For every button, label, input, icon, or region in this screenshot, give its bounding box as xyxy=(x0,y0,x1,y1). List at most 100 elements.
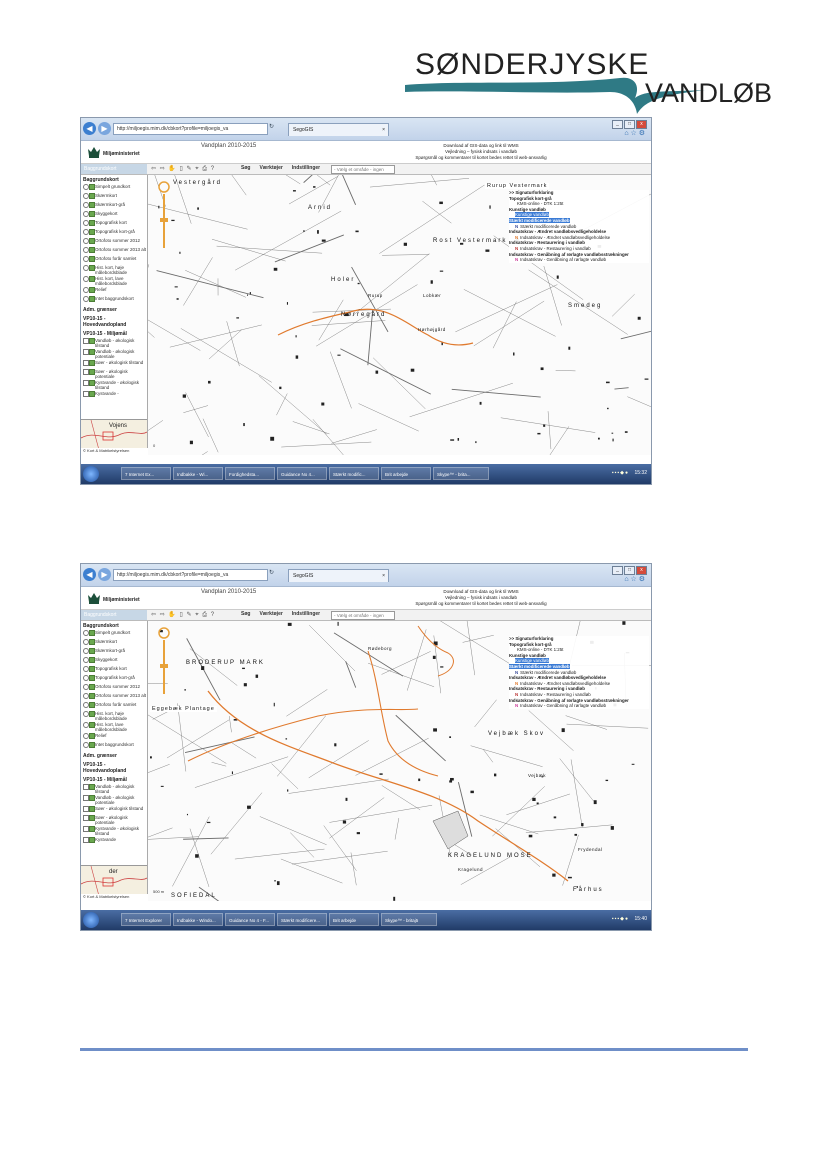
refresh-icon[interactable]: ↻ xyxy=(269,569,274,576)
address-bar[interactable]: http://miljoegis.mim.dk/cbkort?profile=m… xyxy=(113,569,268,581)
layer-checkbox[interactable]: Søer - økologisk tilstand xyxy=(81,806,147,814)
layer-option[interactable]: Topografisk kort-grå xyxy=(81,229,147,237)
taskbar-item[interactable]: Indbakke - Wi... xyxy=(173,467,223,480)
minimize-icon[interactable]: _ xyxy=(612,120,623,129)
layer-option[interactable]: Simpelt grundkort xyxy=(81,630,147,638)
layer-option[interactable]: Ortofoto sommer 2012 xyxy=(81,238,147,246)
menu-item[interactable]: Indstillinger xyxy=(292,611,320,617)
layer-option[interactable]: Relief xyxy=(81,287,147,295)
forward-icon[interactable]: ▶ xyxy=(98,568,111,581)
menu-item[interactable]: Indstillinger xyxy=(292,165,320,171)
layer-checkbox[interactable]: Søer - økologisk potentiale xyxy=(81,815,147,825)
overview-map[interactable]: der xyxy=(81,865,147,894)
tab-close-icon[interactable]: × xyxy=(382,570,385,582)
start-button[interactable] xyxy=(83,466,99,482)
menu-item[interactable]: Værktøjer xyxy=(259,165,282,171)
menu-item[interactable]: Søg xyxy=(241,165,250,171)
layer-option[interactable]: Topografisk kort xyxy=(81,220,147,228)
taskbar-item[interactable]: Brit arbejde xyxy=(381,467,431,480)
map-tools[interactable]: ⇦ ⇨ ✋ ▯ ✎ ⌖ ⎙ ? xyxy=(151,611,215,619)
layer-option[interactable]: Intet baggrundskort xyxy=(81,742,147,750)
taskbar-item[interactable]: 7 Internet Explorer xyxy=(121,913,171,926)
layer-option[interactable]: Ortofoto sommer 2013 alt xyxy=(81,693,147,701)
layer-checkbox[interactable]: Søer - økologisk tilstand xyxy=(81,360,147,368)
layer-checkbox[interactable]: Vandløb - økologisk potentiale xyxy=(81,795,147,805)
sidebar-section-title[interactable]: VP10-15 - Hovedvandopland xyxy=(81,760,147,775)
tab-baggrundskort[interactable]: Baggrundskort xyxy=(81,164,147,174)
tab-close-icon[interactable]: × xyxy=(382,124,385,136)
layer-option[interactable]: Intet baggrundskort xyxy=(81,296,147,304)
minimize-icon[interactable]: _ xyxy=(612,566,623,575)
browser-tab[interactable]: SegoGIS × xyxy=(288,569,389,582)
layer-option[interactable]: Relief xyxy=(81,733,147,741)
layer-option[interactable]: Ortofoto sommer 2012 xyxy=(81,684,147,692)
layer-option[interactable]: Skærmkort xyxy=(81,193,147,201)
start-button[interactable] xyxy=(83,912,99,928)
layer-option[interactable]: Ortofoto forår samlet xyxy=(81,256,147,264)
taskbar-item[interactable]: 7 Internet Ex... xyxy=(121,467,171,480)
forward-icon[interactable]: ▶ xyxy=(98,122,111,135)
taskbar-item[interactable]: Indbakke - Windo... xyxy=(173,913,223,926)
taskbar-item[interactable]: Fordighedsta... xyxy=(225,467,275,480)
system-tray-icons[interactable]: ▪▪▪◆● xyxy=(612,470,629,476)
maximize-icon[interactable]: □ xyxy=(624,120,635,129)
map-small-label: Rødeborg xyxy=(368,646,393,651)
sidebar-section-title[interactable]: VP10-15 - Miljømål xyxy=(81,775,147,784)
sidebar-section-title[interactable]: Adm. grænser xyxy=(81,751,147,760)
taskbar-item[interactable]: Brit arbejde xyxy=(329,913,379,926)
browser-tab[interactable]: SegoGIS × xyxy=(288,123,389,136)
layer-option[interactable]: Hist. kort, lave målebordsblade xyxy=(81,722,147,732)
area-select[interactable]: - Vælg et område - ingen xyxy=(331,165,395,174)
layer-option[interactable]: Hist. kort, lave målebordsblade xyxy=(81,276,147,286)
taskbar-item[interactable]: Guidance No 4 - F... xyxy=(225,913,275,926)
close-icon[interactable]: x xyxy=(636,120,647,129)
maximize-icon[interactable]: □ xyxy=(624,566,635,575)
layer-checkbox[interactable]: Vandløb - økologisk tilstand xyxy=(81,784,147,794)
taskbar-item[interactable]: Guidance No 4... xyxy=(277,467,327,480)
menu-item[interactable]: Søg xyxy=(241,611,250,617)
layer-checkbox[interactable]: Vandløb - økologisk potentiale xyxy=(81,349,147,359)
layer-option[interactable]: Topografisk kort xyxy=(81,666,147,674)
close-icon[interactable]: x xyxy=(636,566,647,575)
area-select[interactable]: - Vælg et område - ingen xyxy=(331,611,395,620)
layer-option[interactable]: Ortofoto forår samlet xyxy=(81,702,147,710)
zoom-slider[interactable] xyxy=(157,626,171,696)
overview-map[interactable]: Vojens xyxy=(81,419,147,448)
tab-baggrundskort[interactable]: Baggrundskort xyxy=(81,610,147,620)
sidebar-section-title[interactable]: VP10-15 - Hovedvandopland xyxy=(81,314,147,329)
sidebar-section-title[interactable]: VP10-15 - Miljømål xyxy=(81,329,147,338)
sidebar-section-title[interactable]: Adm. grænser xyxy=(81,305,147,314)
address-bar[interactable]: http://miljoegis.mim.dk/cbkort?profile=m… xyxy=(113,123,268,135)
map-tools[interactable]: ⇦ ⇨ ✋ ▯ ✎ ⌖ ⎙ ? xyxy=(151,165,215,173)
home-icon[interactable]: ⌂ ☆ ⚙ xyxy=(624,575,645,583)
layer-option[interactable]: Skærmkort xyxy=(81,639,147,647)
zoom-slider[interactable] xyxy=(157,180,171,250)
layer-option[interactable]: Skærmkort-grå xyxy=(81,648,147,656)
layer-checkbox[interactable]: Søer - økologisk potentiale xyxy=(81,369,147,379)
legend-group: Stærkt modificerede vandløb xyxy=(509,663,570,669)
taskbar-item[interactable]: Stærkt modificere... xyxy=(277,913,327,926)
layer-option[interactable]: Skyggekort xyxy=(81,211,147,219)
refresh-icon[interactable]: ↻ xyxy=(269,123,274,130)
layer-checkbox[interactable]: Kystvande - økologisk tilstand xyxy=(81,380,147,390)
layer-option[interactable]: Skyggekort xyxy=(81,657,147,665)
menu-bar: Søg Værktøjer Indstillinger xyxy=(241,165,329,171)
layer-option[interactable]: Topografisk kort-grå xyxy=(81,675,147,683)
layer-checkbox[interactable]: Kystvande - xyxy=(81,391,147,399)
menu-item[interactable]: Værktøjer xyxy=(259,611,282,617)
layer-option[interactable]: Hist. kort, høje målebordsblade xyxy=(81,711,147,721)
layer-option[interactable]: Simpelt grundkort xyxy=(81,184,147,192)
layer-option[interactable]: Skærmkort-grå xyxy=(81,202,147,210)
layer-checkbox[interactable]: Vandløb - økologisk tilstand xyxy=(81,338,147,348)
taskbar-item[interactable]: Stærkt modific... xyxy=(329,467,379,480)
system-tray-icons[interactable]: ▪▪▪◆● xyxy=(612,916,629,922)
layer-checkbox[interactable]: Kystvande xyxy=(81,837,147,845)
layer-option[interactable]: Hist. kort, høje målebordsblade xyxy=(81,265,147,275)
back-icon[interactable]: ◀ xyxy=(83,568,96,581)
layer-checkbox[interactable]: Kystvande - økologisk tilstand xyxy=(81,826,147,836)
back-icon[interactable]: ◀ xyxy=(83,122,96,135)
taskbar-item-skype[interactable]: Skype™ - brita... xyxy=(433,467,489,480)
home-icon[interactable]: ⌂ ☆ ⚙ xyxy=(624,129,645,137)
taskbar-item-skype[interactable]: Skype™ - britaj5 xyxy=(381,913,437,926)
layer-option[interactable]: Ortofoto sommer 2013 alt xyxy=(81,247,147,255)
